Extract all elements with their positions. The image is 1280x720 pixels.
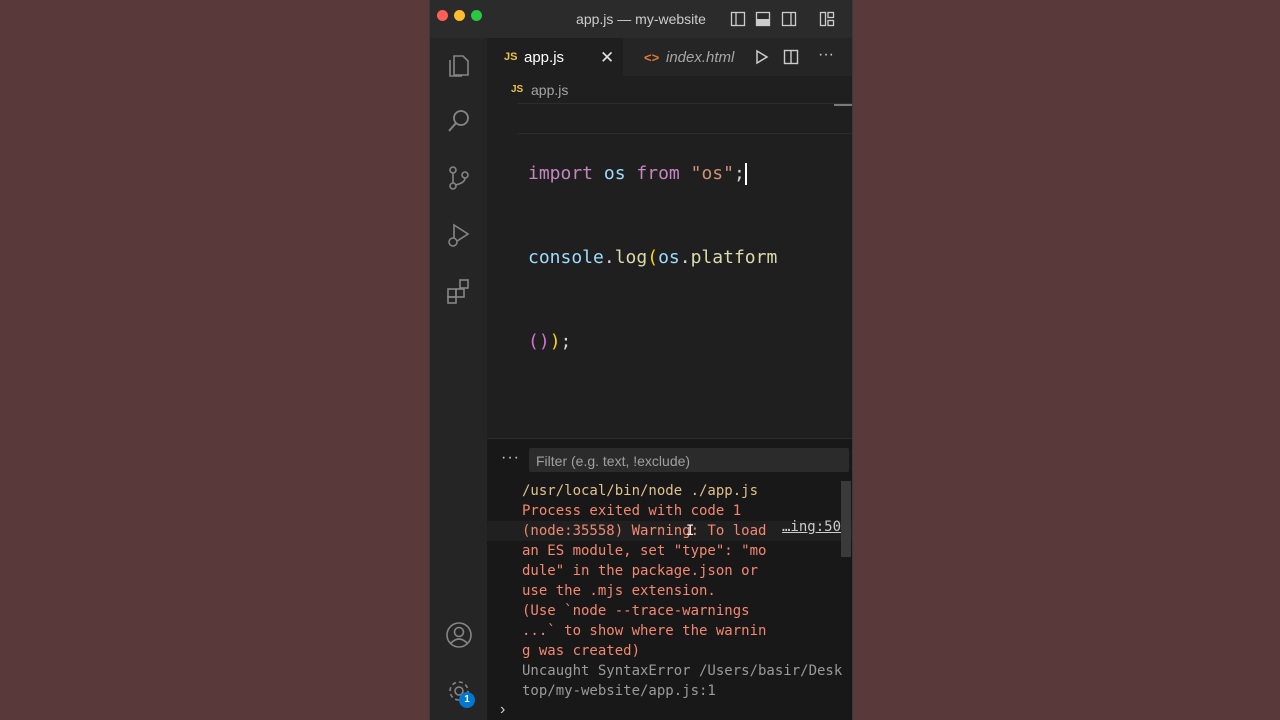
javascript-file-icon: JS [511, 84, 524, 95]
title-bar: app.js — my-website [430, 0, 852, 39]
console-line: an ES module, set "type": "mo [522, 543, 767, 559]
javascript-file-icon: JS [504, 51, 518, 63]
console-line: top/my-website/app.js:1 [522, 683, 716, 699]
console-output: /usr/local/bin/node ./app.js Process exi… [522, 481, 852, 701]
code-editor[interactable]: import os from "os"; console.log(os.plat… [528, 104, 777, 412]
console-line: (Use `node --trace-warnings [522, 603, 750, 619]
console-line: g was created) [522, 643, 641, 659]
tab-label: index.html [666, 49, 735, 66]
console-prompt-chevron-icon[interactable]: › [500, 701, 505, 719]
close-tab-icon[interactable]: ✕ [600, 48, 614, 68]
files-icon[interactable] [444, 50, 474, 80]
search-icon[interactable] [444, 106, 474, 136]
console-line: Process exited with code 1 [522, 503, 742, 519]
tab-app-js[interactable]: JS app.js ✕ [487, 38, 623, 76]
text-cursor [744, 163, 747, 185]
code-line: import os from "os"; [528, 163, 747, 185]
tab-label: app.js [524, 49, 565, 66]
vscode-window: app.js — my-website 1 JS app.js ✕ <> ind… [429, 0, 853, 720]
warning-source-link[interactable]: …ing:50 [782, 519, 841, 535]
filter-placeholder: Filter (e.g. text, !exclude) [536, 453, 691, 469]
source-control-icon[interactable] [444, 163, 474, 193]
debug-console-panel: ··· Filter (e.g. text, !exclude) /usr/lo… [487, 438, 852, 720]
customize-layout-icon[interactable] [819, 11, 835, 27]
minimap-slider[interactable] [834, 104, 852, 106]
console-line: /usr/local/bin/node ./app.js [522, 483, 759, 499]
panel-more-icon[interactable]: ··· [501, 449, 520, 467]
toggle-secondary-sidebar-icon[interactable] [781, 11, 797, 27]
account-icon[interactable] [444, 620, 474, 650]
breadcrumb-item-app-js[interactable]: app.js [531, 82, 568, 98]
console-line: Uncaught SyntaxError /Users/basir/Desk [522, 663, 843, 679]
settings-update-badge: 1 [459, 692, 475, 708]
editor-tabs: JS app.js ✕ <> index.html ··· [487, 38, 852, 76]
code-line: ()); [528, 331, 572, 352]
more-actions-icon[interactable]: ··· [818, 46, 834, 64]
code-line: console.log(os.platform [528, 247, 778, 268]
console-filter-input[interactable]: Filter (e.g. text, !exclude) [529, 448, 849, 472]
run-file-icon[interactable] [755, 49, 769, 65]
console-line: dule" in the package.json or [522, 563, 759, 579]
toggle-panel-icon[interactable] [755, 11, 771, 27]
console-line: use the .mjs extension. [522, 583, 716, 599]
extensions-icon[interactable] [444, 276, 474, 306]
toggle-primary-sidebar-icon[interactable] [730, 11, 746, 27]
tab-index-html[interactable]: <> index.html [632, 38, 750, 76]
split-editor-icon[interactable] [783, 49, 799, 65]
text-select-cursor-icon: I [686, 523, 695, 539]
console-line: ...` to show where the warnin [522, 623, 767, 639]
activity-bar: 1 [430, 38, 487, 720]
run-debug-icon[interactable] [444, 220, 474, 250]
html-file-icon: <> [644, 50, 660, 65]
